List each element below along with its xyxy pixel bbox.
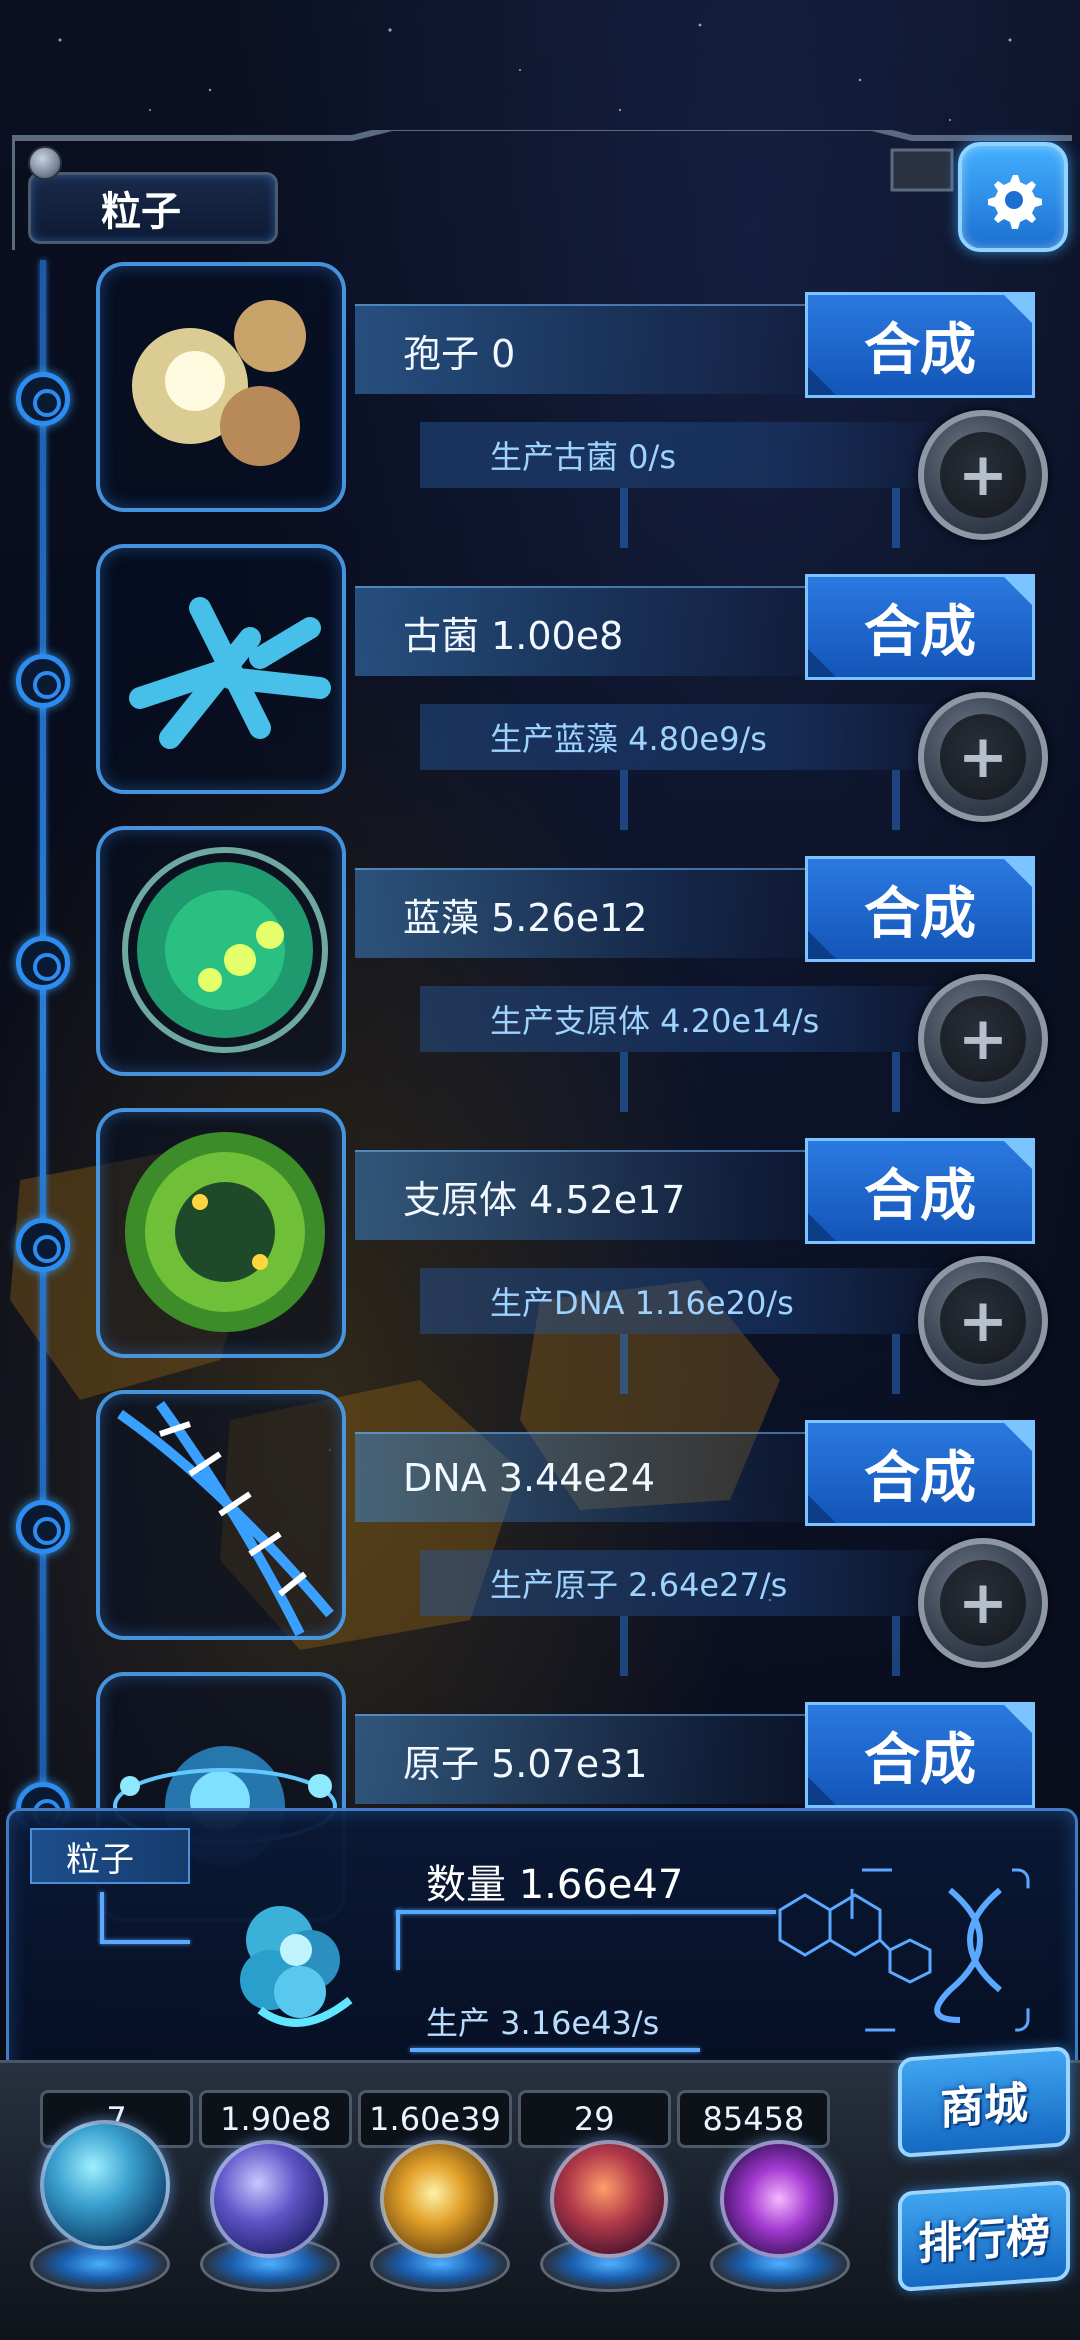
connector-line bbox=[100, 1892, 104, 1942]
timeline-node bbox=[16, 654, 70, 708]
synthesize-button[interactable]: 合成 bbox=[805, 1138, 1035, 1244]
panel-tag: 粒子 bbox=[30, 1828, 190, 1884]
connector-line bbox=[396, 1910, 400, 1970]
timeline-node bbox=[16, 1500, 70, 1554]
item-production-rate: 生产DNA 1.16e20/s bbox=[420, 1268, 940, 1334]
item-row: 孢子 0 合成生产古菌 0/s + bbox=[0, 262, 1080, 548]
item-production-rate: 生产原子 2.64e27/s bbox=[420, 1550, 940, 1616]
plus-icon: + bbox=[940, 432, 1026, 518]
item-icon-frame bbox=[96, 1390, 346, 1640]
upgrade-plus-button[interactable]: + bbox=[918, 974, 1048, 1104]
orb-slot-vortex[interactable] bbox=[710, 2140, 850, 2292]
gear-icon bbox=[988, 175, 1042, 229]
shop-button[interactable]: 商城 bbox=[898, 2045, 1070, 2159]
item-icon-frame bbox=[96, 826, 346, 1076]
orb-slot-galaxy[interactable] bbox=[370, 2140, 510, 2292]
item-icon-frame bbox=[96, 544, 346, 794]
item-row: 古菌 1.00e8 合成生产蓝藻 4.80e9/s + bbox=[0, 544, 1080, 830]
vortex-orb-icon bbox=[720, 2140, 838, 2258]
circuit-decoration bbox=[620, 488, 900, 548]
item-name-value: 原子 5.07e31 bbox=[355, 1714, 815, 1804]
item-production-rate: 生产支原体 4.20e14/s bbox=[420, 986, 940, 1052]
item-name-value: 支原体 4.52e17 bbox=[355, 1150, 815, 1240]
circuit-decoration bbox=[620, 770, 900, 830]
quantity-value: 数量 1.66e47 bbox=[426, 1862, 684, 1908]
plus-icon: + bbox=[940, 996, 1026, 1082]
settings-button[interactable] bbox=[958, 142, 1068, 252]
dna-icon bbox=[117, 1401, 334, 1636]
orb-slot-lightning[interactable] bbox=[200, 2140, 340, 2292]
plus-icon: + bbox=[940, 1278, 1026, 1364]
item-icon-frame bbox=[96, 1108, 346, 1358]
item-name-value: 蓝藻 5.26e12 bbox=[355, 868, 815, 958]
screw-icon bbox=[28, 146, 62, 180]
upgrade-plus-button[interactable]: + bbox=[918, 410, 1048, 540]
synthesize-button[interactable]: 合成 bbox=[805, 292, 1035, 398]
item-row: DNA 3.44e24 合成生产原子 2.64e27/s + bbox=[0, 1390, 1080, 1676]
circuit-decoration bbox=[620, 1616, 900, 1676]
item-production-rate: 生产蓝藻 4.80e9/s bbox=[420, 704, 940, 770]
brain-orb-icon bbox=[550, 2140, 668, 2258]
item-name-value: 孢子 0 bbox=[355, 304, 815, 394]
plus-icon: + bbox=[940, 1560, 1026, 1646]
timeline-node bbox=[16, 372, 70, 426]
circuit-decoration bbox=[620, 1334, 900, 1394]
timeline-node bbox=[16, 1218, 70, 1272]
molecule-dna-icon bbox=[778, 1868, 1030, 2032]
plus-icon: + bbox=[940, 714, 1026, 800]
particle-orb-icon bbox=[40, 2120, 170, 2250]
synthesize-button[interactable]: 合成 bbox=[805, 1420, 1035, 1526]
page-title: 粒子 bbox=[28, 172, 278, 244]
item-name-value: DNA 3.44e24 bbox=[355, 1432, 815, 1522]
orb-slot-brain[interactable] bbox=[540, 2140, 680, 2292]
item-production-rate: 生产古菌 0/s bbox=[420, 422, 940, 488]
upgrade-plus-button[interactable]: + bbox=[918, 1256, 1048, 1386]
ranking-button[interactable]: 排行榜 bbox=[898, 2179, 1070, 2293]
item-icon-frame bbox=[96, 262, 346, 512]
item-name-value: 古菌 1.00e8 bbox=[355, 586, 815, 676]
mycoplasma-icon bbox=[125, 1132, 325, 1332]
synthesize-button[interactable]: 合成 bbox=[805, 856, 1035, 962]
synthesize-button[interactable]: 合成 bbox=[805, 1702, 1035, 1808]
timeline-node bbox=[16, 936, 70, 990]
cyanobacteria-icon bbox=[122, 847, 328, 1053]
upgrade-plus-button[interactable]: + bbox=[918, 1538, 1048, 1668]
galaxy-orb-icon bbox=[380, 2140, 498, 2258]
orb-slot-particle[interactable] bbox=[30, 2120, 170, 2292]
connector-line bbox=[410, 2048, 700, 2052]
particle-cluster-icon bbox=[240, 1906, 353, 2027]
production-rate: 生产 3.16e43/s bbox=[426, 2004, 660, 2042]
spore-icon bbox=[132, 300, 306, 466]
synthesize-button[interactable]: 合成 bbox=[805, 574, 1035, 680]
lightning-orb-icon bbox=[210, 2140, 328, 2258]
item-row: 支原体 4.52e17 合成生产DNA 1.16e20/s + bbox=[0, 1108, 1080, 1394]
upgrade-plus-button[interactable]: + bbox=[918, 692, 1048, 822]
item-row: 蓝藻 5.26e12 合成生产支原体 4.20e14/s + bbox=[0, 826, 1080, 1112]
connector-line bbox=[100, 1940, 190, 1944]
connector-line bbox=[396, 1910, 776, 1914]
circuit-decoration bbox=[620, 1052, 900, 1112]
archaea-icon bbox=[129, 597, 331, 749]
